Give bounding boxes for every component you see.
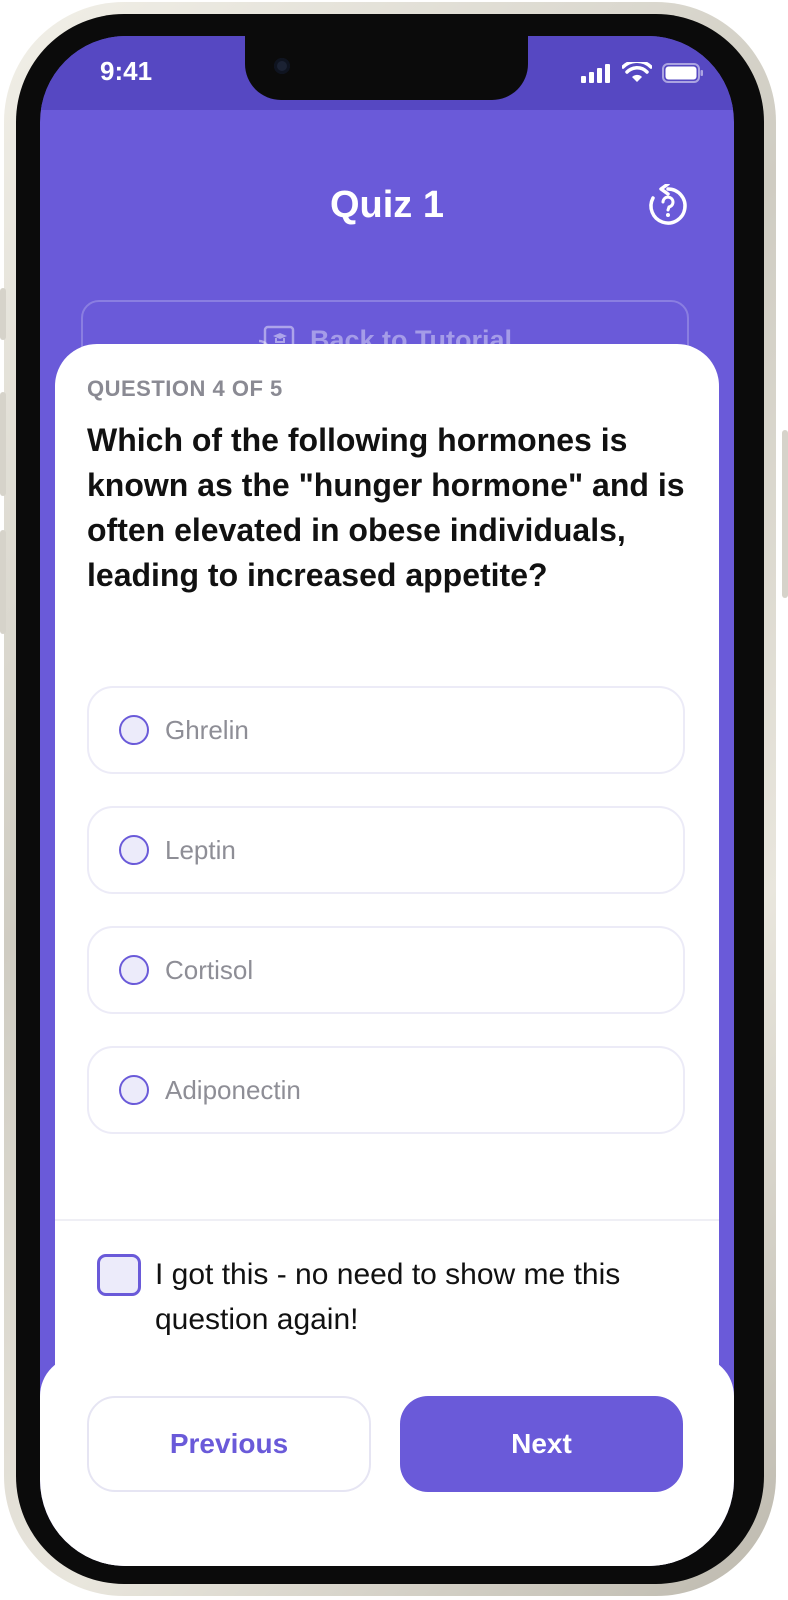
quiz-title: Quiz 1	[329, 184, 445, 226]
answer-option[interactable]: Ghrelin	[87, 686, 685, 774]
next-button[interactable]: Next	[400, 1396, 683, 1492]
radio-button[interactable]	[119, 955, 149, 985]
wifi-icon	[622, 62, 652, 82]
status-time: 9:41	[100, 56, 153, 86]
skip-question-checkbox[interactable]	[97, 1254, 141, 1296]
power-button	[782, 430, 788, 598]
question-counter: QUESTION 4 OF 5	[87, 376, 283, 401]
divider	[55, 1219, 719, 1221]
option-label: Ghrelin	[165, 714, 249, 745]
phone-screen: 9:41 Quiz 1 Back to Tutorial QUESTION 4 …	[40, 36, 734, 1566]
question-text: Which of the following hormones is known…	[87, 422, 685, 593]
volume-down-button	[0, 530, 6, 634]
radio-button[interactable]	[119, 1075, 149, 1105]
option-label: Leptin	[165, 834, 236, 865]
status-bar: 9:41	[40, 36, 734, 110]
volume-up-button	[0, 392, 6, 496]
skip-question-row[interactable]: I got this - no need to show me this que…	[97, 1254, 625, 1342]
previous-button[interactable]: Previous	[87, 1396, 371, 1492]
front-camera	[274, 58, 290, 74]
battery-icon	[662, 63, 703, 83]
answer-option[interactable]: Leptin	[87, 806, 685, 894]
answer-option[interactable]: Adiponectin	[87, 1046, 685, 1134]
dynamic-island	[245, 36, 528, 100]
refresh-question-icon	[649, 182, 687, 225]
radio-button[interactable]	[119, 835, 149, 865]
option-label: Cortisol	[165, 954, 254, 985]
option-label: Adiponectin	[165, 1074, 301, 1105]
answer-option[interactable]: Cortisol	[87, 926, 685, 1014]
action-button	[0, 288, 6, 340]
radio-button[interactable]	[119, 715, 149, 745]
signal-icon	[581, 64, 610, 83]
navigation-footer: Previous Next	[40, 1356, 734, 1566]
retry-button[interactable]	[646, 182, 690, 228]
skip-question-label: I got this - no need to show me this que…	[155, 1258, 621, 1336]
status-icons	[580, 62, 704, 84]
